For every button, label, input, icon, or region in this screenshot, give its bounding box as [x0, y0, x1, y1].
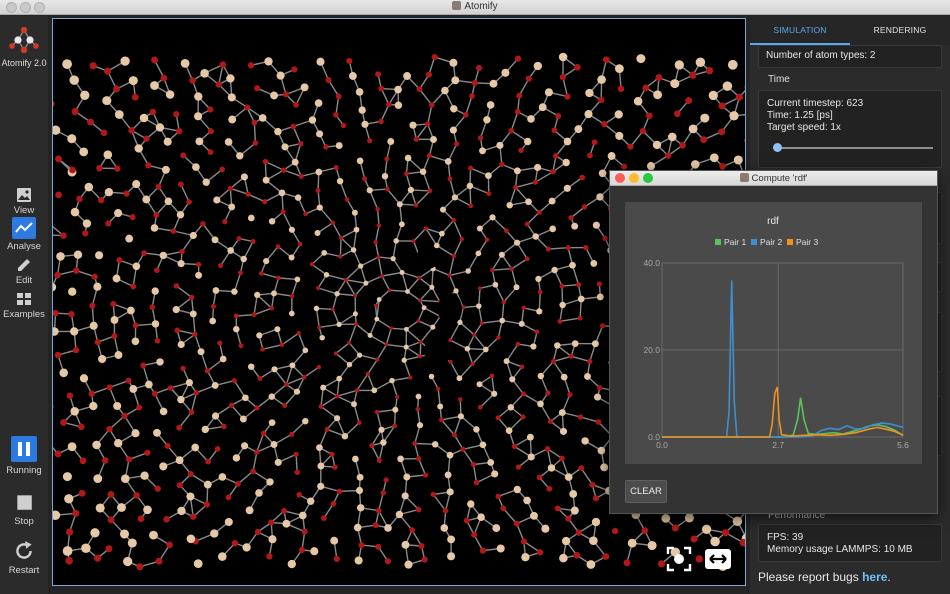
- edit-tool-button[interactable]: Edit: [0, 256, 48, 286]
- stop-icon: [17, 495, 32, 510]
- tab-rendering[interactable]: RENDERING: [850, 16, 950, 45]
- atom-info-box: Number of atom types: 2: [758, 45, 942, 68]
- speed-slider[interactable]: [773, 143, 933, 152]
- report-bugs-link[interactable]: here: [862, 570, 887, 584]
- examples-tool-button[interactable]: Examples: [0, 290, 48, 320]
- app-name: Atomify 2.0: [1, 58, 47, 68]
- legend-label-pair-3: Pair 3: [796, 237, 818, 247]
- report-bugs-text: Please report bugs here.: [758, 570, 891, 584]
- chart-title: rdf: [767, 216, 779, 227]
- tab-simulation[interactable]: SIMULATION: [750, 16, 850, 45]
- view-tool-label: View: [13, 205, 35, 216]
- clear-button[interactable]: CLEAR: [625, 480, 667, 503]
- edit-tool-label: Edit: [15, 275, 33, 286]
- analyse-tool-label: Analyse: [7, 241, 41, 252]
- compute-rdf-dialog: Compute 'rdf' rdf Pair 1 Pair 2 Pair 3 0.0…: [609, 170, 938, 514]
- dialog-close-button[interactable]: [615, 173, 625, 183]
- time-value: Time: 1.25 [ps]: [767, 110, 833, 121]
- swap-camera-icon[interactable]: [704, 546, 732, 572]
- screenshot-icon[interactable]: [666, 546, 692, 572]
- analyse-tool-highlight: [12, 217, 36, 239]
- dialog-minimize-button[interactable]: [629, 173, 639, 183]
- fps-value: FPS: 39: [767, 532, 804, 543]
- series-line-pair-1: [662, 397, 904, 438]
- panel-tabs: SIMULATION RENDERING: [750, 16, 950, 45]
- report-end: .: [887, 570, 891, 584]
- pencil-icon: [18, 259, 30, 271]
- refresh-icon: [16, 541, 32, 559]
- stop-button[interactable]: Stop: [0, 492, 48, 527]
- trend-chart-icon: [15, 222, 33, 233]
- legend-label-pair-1: Pair 1: [724, 237, 746, 247]
- app-icon: [452, 1, 462, 10]
- x-tick-label: 2.7: [772, 440, 784, 450]
- examples-tool-label: Examples: [3, 309, 45, 320]
- legend-label-pair-2: Pair 2: [760, 237, 782, 247]
- chart-lines: [662, 280, 904, 438]
- title-bar: Atomify: [0, 0, 950, 15]
- pause-button[interactable]: Running: [0, 436, 48, 476]
- running-label: Running: [6, 465, 42, 476]
- app-window: Atomify Atomify 2.0 View Analyse Edit Ex…: [0, 0, 950, 594]
- target-speed: Target speed: 1x: [767, 122, 841, 133]
- rdf-chart: rdf Pair 1 Pair 2 Pair 3 0.0 20.0 40.0 0.0 2.7…: [625, 202, 922, 464]
- grid-icon: [17, 293, 31, 305]
- rdf-chart-svg: rdf Pair 1 Pair 2 Pair 3 0.020.040.00.0 2.7…: [643, 216, 909, 450]
- dialog-title: Compute 'rdf': [751, 173, 808, 184]
- chart-grid: [661, 262, 904, 438]
- image-icon: [17, 188, 31, 202]
- legend-swatch-pair-2: [751, 239, 757, 245]
- x-tick-label: 5.6: [897, 440, 909, 450]
- dialog-app-icon: [739, 173, 749, 182]
- dialog-zoom-button[interactable]: [643, 173, 653, 183]
- time-box: Current timestep: 623 Time: 1.25 [ps] Ta…: [758, 90, 942, 168]
- stop-label: Stop: [14, 516, 34, 527]
- x-tick-label: 0.0: [656, 440, 668, 450]
- legend-swatch-pair-1: [715, 239, 721, 245]
- atomify-logo-icon: [9, 26, 39, 54]
- series-line-pair-2: [662, 280, 904, 438]
- chart-ticks: 0.020.040.00.0 2.7 5.6: [643, 258, 909, 450]
- window-title-text: Atomify: [464, 1, 498, 12]
- memory-usage: Memory usage LAMMPS: 10 MB: [767, 544, 913, 555]
- current-timestep: Current timestep: 623: [767, 98, 864, 109]
- y-tick-label: 40.0: [643, 258, 660, 268]
- report-text: Please report bugs: [758, 570, 863, 584]
- view-tool-button[interactable]: View: [0, 186, 48, 216]
- window-title: Atomify: [0, 1, 950, 12]
- restart-button[interactable]: Restart: [0, 540, 48, 576]
- chart-legend: Pair 1 Pair 2 Pair 3: [715, 237, 818, 247]
- time-heading: Time: [768, 74, 790, 85]
- dialog-title-bar: Compute 'rdf': [610, 171, 937, 186]
- restart-label: Restart: [8, 565, 40, 576]
- pause-icon: [11, 436, 37, 462]
- atom-types-text: Number of atom types: 2: [766, 50, 876, 61]
- legend-swatch-pair-3: [787, 239, 793, 245]
- performance-box: FPS: 39 Memory usage LAMMPS: 10 MB: [758, 524, 942, 562]
- series-line-pair-3: [662, 386, 904, 438]
- y-tick-label: 20.0: [643, 345, 660, 355]
- speed-slider-knob[interactable]: [773, 143, 782, 152]
- left-toolbar: Atomify 2.0 View Analyse Edit Examples R…: [0, 16, 48, 594]
- analyse-tool-button[interactable]: Analyse: [0, 217, 48, 252]
